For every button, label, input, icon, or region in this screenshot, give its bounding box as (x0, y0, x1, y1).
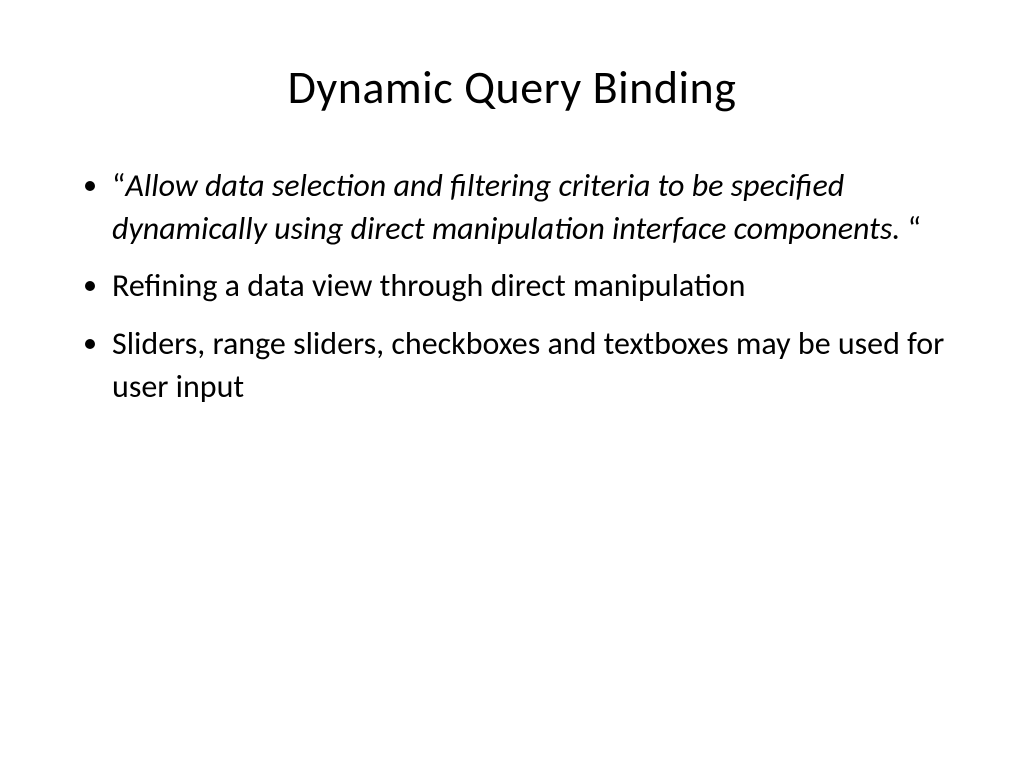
bullet-list: “Allow data selection and filtering crit… (70, 164, 954, 408)
quote-close: “ (908, 209, 921, 248)
slide-title: Dynamic Query Binding (70, 60, 954, 116)
bullet-item: “Allow data selection and filtering crit… (112, 164, 954, 250)
bullet-item: Sliders, range sliders, checkboxes and t… (112, 322, 954, 408)
bullet-item: Refining a data view through direct mani… (112, 264, 954, 307)
quote-open: “ (112, 166, 125, 205)
quote-text: Allow data selection and filtering crite… (112, 166, 908, 248)
